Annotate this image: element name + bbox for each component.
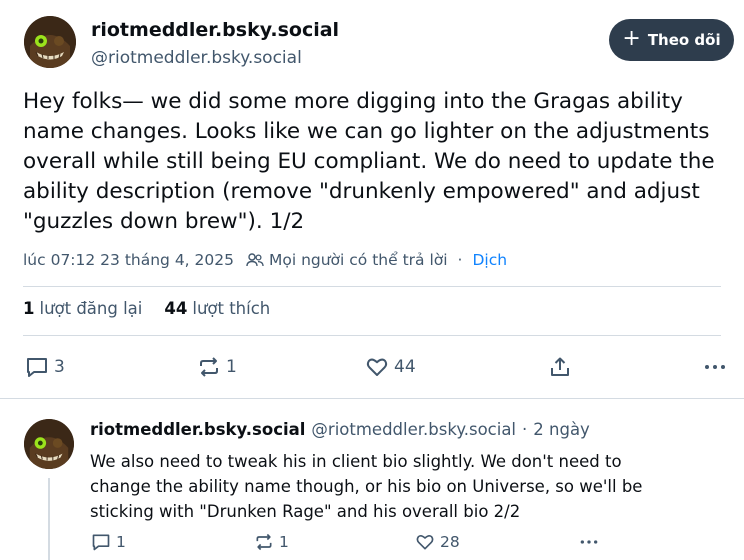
- speech-bubble-icon: [27, 358, 47, 377]
- post-timestamp[interactable]: lúc 07:12 23 tháng 4, 2025: [23, 251, 234, 269]
- thread-line: [48, 478, 50, 560]
- main-post: riotmeddler.bsky.social @riotmeddler.bsk…: [0, 0, 744, 398]
- translate-link[interactable]: Dịch: [472, 251, 507, 269]
- repost-count: 1: [279, 533, 289, 551]
- repost-count: 1: [226, 357, 237, 377]
- reply-separator: ·: [522, 420, 528, 439]
- reply-button[interactable]: 3: [25, 355, 65, 379]
- reply-author-name[interactable]: riotmeddler.bsky.social: [90, 420, 305, 439]
- post-text: Hey folks— we did some more digging into…: [23, 89, 715, 234]
- reply-text: We also need to tweak his in client bio …: [90, 452, 643, 521]
- like-button[interactable]: 44: [365, 355, 416, 379]
- reply-button[interactable]: 1: [91, 532, 126, 552]
- repost-icon: [256, 533, 272, 551]
- author-display-name[interactable]: riotmeddler.bsky.social: [91, 19, 339, 41]
- reposts-label: lượt đăng lại: [39, 299, 143, 318]
- divider: [23, 335, 721, 336]
- avatar[interactable]: [24, 419, 74, 469]
- reposts-stat[interactable]: 1 lượt đăng lại: [23, 299, 142, 318]
- more-options-button[interactable]: [703, 355, 727, 379]
- likes-count: 44: [164, 299, 188, 318]
- reply-setting-label: Mọi người có thể trả lời: [268, 251, 448, 269]
- avatar[interactable]: [24, 16, 76, 68]
- repost-icon: [200, 357, 218, 377]
- more-options-button[interactable]: [578, 532, 600, 552]
- author-handle[interactable]: @riotmeddler.bsky.social: [91, 48, 302, 68]
- repost-button[interactable]: 1: [254, 532, 289, 552]
- share-icon: [551, 357, 569, 376]
- reply-setting[interactable]: Mọi người có thể trả lời: [246, 251, 448, 269]
- heart-icon: [416, 534, 434, 550]
- reposts-count: 1: [23, 299, 35, 318]
- heart-icon: [366, 358, 388, 376]
- more-dots-icon: [580, 540, 598, 544]
- likes-label: lượt thích: [192, 299, 271, 318]
- section-divider: [0, 398, 744, 399]
- repost-button[interactable]: 1: [197, 355, 237, 379]
- like-count: 28: [440, 533, 460, 551]
- divider: [23, 286, 721, 287]
- post-meta: lúc 07:12 23 tháng 4, 2025 Mọi người có …: [23, 249, 507, 271]
- reply-count: 1: [116, 533, 126, 551]
- people-icon: [246, 253, 264, 267]
- reply-author-handle[interactable]: @riotmeddler.bsky.social: [311, 420, 516, 439]
- share-button[interactable]: [548, 355, 572, 379]
- like-count: 44: [394, 357, 416, 377]
- engagement-stats: 1 lượt đăng lại 44 lượt thích: [23, 299, 270, 318]
- speech-bubble-icon: [92, 534, 110, 551]
- reply-time[interactable]: 2 ngày: [533, 420, 590, 439]
- more-dots-icon: [705, 365, 725, 369]
- reply-header: riotmeddler.bsky.social @riotmeddler.bsk…: [90, 420, 590, 439]
- like-button[interactable]: 28: [415, 532, 460, 552]
- likes-stat[interactable]: 44 lượt thích: [164, 299, 270, 318]
- follow-button-label: Theo dõi: [647, 31, 721, 49]
- follow-button[interactable]: + Theo dõi: [609, 19, 734, 61]
- reply-count: 3: [54, 357, 65, 377]
- meta-separator: ·: [457, 251, 463, 269]
- plus-icon: +: [622, 26, 641, 51]
